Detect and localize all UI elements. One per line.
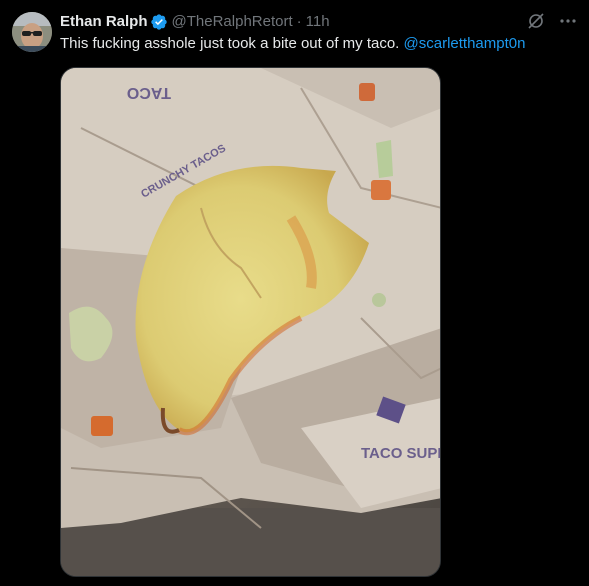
tweet-photo[interactable]: TACO CRUNCHY TACOS TACO SUPREME [60,67,441,577]
tweet-text: This fucking asshole just took a bite ou… [60,34,580,54]
tweet-body: This fucking asshole just took a bite ou… [60,35,404,52]
author-handle[interactable]: @TheRalphRetort [172,12,293,32]
tweet-card[interactable]: Ethan Ralph @TheRalphRetort · 11h This f [0,0,589,586]
wrapper-text-top: TACO [127,84,171,101]
more-options-icon[interactable] [559,12,577,30]
avatar[interactable] [12,12,52,52]
header-actions [527,12,577,30]
wrapper-text-bottom: TACO SUPREME [361,445,441,462]
tweet-header: Ethan Ralph @TheRalphRetort · 11h [60,12,330,32]
author-display-name[interactable]: Ethan Ralph [60,12,148,32]
mention-link[interactable]: @scarletthampt0n [404,35,526,52]
separator-dot: · [296,13,302,30]
avatar-image [12,12,52,52]
taco-photo-image: TACO CRUNCHY TACOS TACO SUPREME [61,68,441,576]
grok-icon[interactable] [527,12,545,30]
verified-badge-icon [150,13,168,31]
tweet-timestamp[interactable]: 11h [306,12,330,32]
